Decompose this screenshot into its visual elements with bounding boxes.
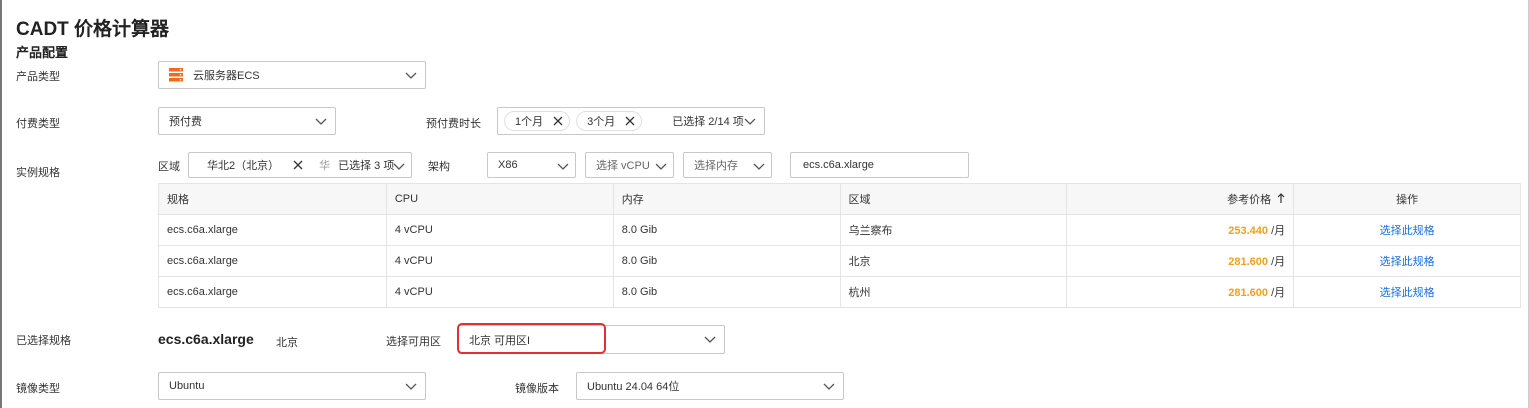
ecs-server-icon [169, 68, 183, 82]
duration-tag-label: 1个月 [515, 116, 544, 128]
header-region: 区域 [839, 183, 1068, 215]
chevron-down-icon [315, 116, 327, 126]
vcpu-placeholder: 选择 vCPU [596, 160, 650, 172]
page-title: CADT 价格计算器 [16, 19, 170, 40]
cell-action: 选择此规格 [1293, 245, 1521, 277]
header-price-label: 参考价格 [1227, 193, 1272, 206]
close-icon[interactable] [293, 160, 303, 170]
selected-spec-label: 已选择规格 [16, 335, 71, 347]
zone-label: 选择可用区 [386, 336, 441, 348]
cell-price: 281.600 /月 [1066, 276, 1295, 308]
duration-summary: 已选择 2/14 项 [672, 116, 744, 128]
prepaid-duration-select[interactable]: 1个月 3个月 已选择 2/14 项 [497, 107, 765, 135]
close-icon[interactable] [625, 116, 635, 126]
price-unit: /月 [1271, 225, 1286, 237]
header-spec: 规格 [158, 183, 387, 215]
region-label: 区域 [158, 161, 180, 173]
cell-region: 杭州 [839, 276, 1068, 308]
product-type-select[interactable]: 云服务器ECS [158, 61, 426, 89]
region-summary: 已选择 3 项 [338, 160, 395, 172]
region-tag: 华北2（北京） [197, 155, 310, 175]
billing-type-value: 预付费 [169, 116, 202, 128]
cell-price: 281.600 /月 [1066, 245, 1295, 277]
cell-region: 北京 [839, 245, 1068, 277]
cell-region: 乌兰察布 [839, 214, 1068, 246]
duration-tag: 1个月 [504, 111, 571, 131]
image-version-value: Ubuntu 24.04 64位 [587, 381, 680, 393]
chevron-down-icon [704, 334, 716, 344]
cell-spec: ecs.c6a.xlarge [158, 245, 387, 277]
spec-table: 规格 CPU 内存 区域 参考价格 操作 ecs.c6a.xlarge 4 vC… [158, 183, 1521, 308]
header-memory: 内存 [612, 183, 841, 215]
product-type-label: 产品类型 [16, 71, 60, 83]
section-title: 产品配置 [16, 45, 69, 60]
selected-spec-value: ecs.c6a.xlarge [158, 331, 254, 347]
image-type-value: Ubuntu [169, 380, 205, 392]
product-type-value: 云服务器ECS [193, 70, 260, 82]
chevron-down-icon [405, 70, 417, 80]
table-row: ecs.c6a.xlarge 4 vCPU 8.0 Gib 北京 281.600… [158, 245, 1521, 277]
duration-tag: 3个月 [576, 111, 643, 131]
instance-spec-label: 实例规格 [16, 167, 60, 179]
cell-memory: 8.0 Gib [612, 245, 841, 277]
image-version-label: 镜像版本 [515, 383, 559, 395]
chevron-down-icon [557, 161, 569, 171]
image-type-label: 镜像类型 [16, 383, 60, 395]
zone-highlight-annotation [457, 323, 606, 354]
cell-cpu: 4 vCPU [385, 276, 614, 308]
cell-memory: 8.0 Gib [612, 214, 841, 246]
select-spec-link[interactable]: 选择此规格 [1380, 225, 1435, 237]
select-spec-link[interactable]: 选择此规格 [1380, 287, 1435, 299]
image-version-select[interactable]: Ubuntu 24.04 64位 [576, 372, 844, 400]
header-price[interactable]: 参考价格 [1066, 183, 1295, 215]
price-value: 253.440 [1228, 225, 1269, 237]
spec-search-input[interactable]: ecs.c6a.xlarge [790, 152, 969, 178]
cell-cpu: 4 vCPU [385, 214, 614, 246]
cell-spec: ecs.c6a.xlarge [158, 214, 387, 246]
region-overflow-tag: 华 [319, 160, 331, 172]
select-spec-link[interactable]: 选择此规格 [1380, 256, 1435, 268]
table-row: ecs.c6a.xlarge 4 vCPU 8.0 Gib 乌兰察布 253.4… [158, 214, 1521, 246]
memory-placeholder: 选择内存 [694, 160, 738, 172]
arch-value: X86 [498, 159, 518, 171]
cell-action: 选择此规格 [1293, 276, 1521, 308]
table-header-row: 规格 CPU 内存 区域 参考价格 操作 [158, 183, 1521, 215]
chevron-down-icon [655, 161, 667, 171]
selected-region: 北京 [276, 337, 298, 349]
price-unit: /月 [1271, 287, 1286, 299]
price-unit: /月 [1271, 256, 1286, 268]
cell-action: 选择此规格 [1293, 214, 1521, 246]
chevron-down-icon [405, 381, 417, 391]
chevron-down-icon [393, 161, 405, 171]
price-value: 281.600 [1228, 287, 1269, 299]
price-value: 281.600 [1228, 256, 1269, 268]
billing-type-label: 付费类型 [16, 118, 60, 130]
memory-select[interactable]: 选择内存 [683, 152, 772, 178]
header-cpu: CPU [385, 183, 614, 215]
header-action: 操作 [1293, 183, 1521, 215]
chevron-down-icon [744, 116, 756, 126]
chevron-down-icon [823, 381, 835, 391]
vcpu-select[interactable]: 选择 vCPU [585, 152, 674, 178]
arch-label: 架构 [428, 161, 450, 173]
cell-price: 253.440 /月 [1066, 214, 1295, 246]
region-tag-label: 华北2（北京） [207, 160, 280, 172]
table-row: ecs.c6a.xlarge 4 vCPU 8.0 Gib 杭州 281.600… [158, 276, 1521, 308]
region-select[interactable]: 华北2（北京） 华 已选择 3 项 [188, 152, 412, 178]
arch-select[interactable]: X86 [487, 152, 576, 178]
duration-tag-label: 3个月 [587, 116, 616, 128]
cell-memory: 8.0 Gib [612, 276, 841, 308]
chevron-down-icon [753, 161, 765, 171]
close-icon[interactable] [553, 116, 563, 126]
billing-type-select[interactable]: 预付费 [158, 107, 336, 135]
arrow-up-icon [1277, 193, 1285, 207]
cell-cpu: 4 vCPU [385, 245, 614, 277]
image-type-select[interactable]: Ubuntu [158, 372, 426, 400]
cell-spec: ecs.c6a.xlarge [158, 276, 387, 308]
prepaid-duration-label: 预付费时长 [426, 118, 481, 130]
